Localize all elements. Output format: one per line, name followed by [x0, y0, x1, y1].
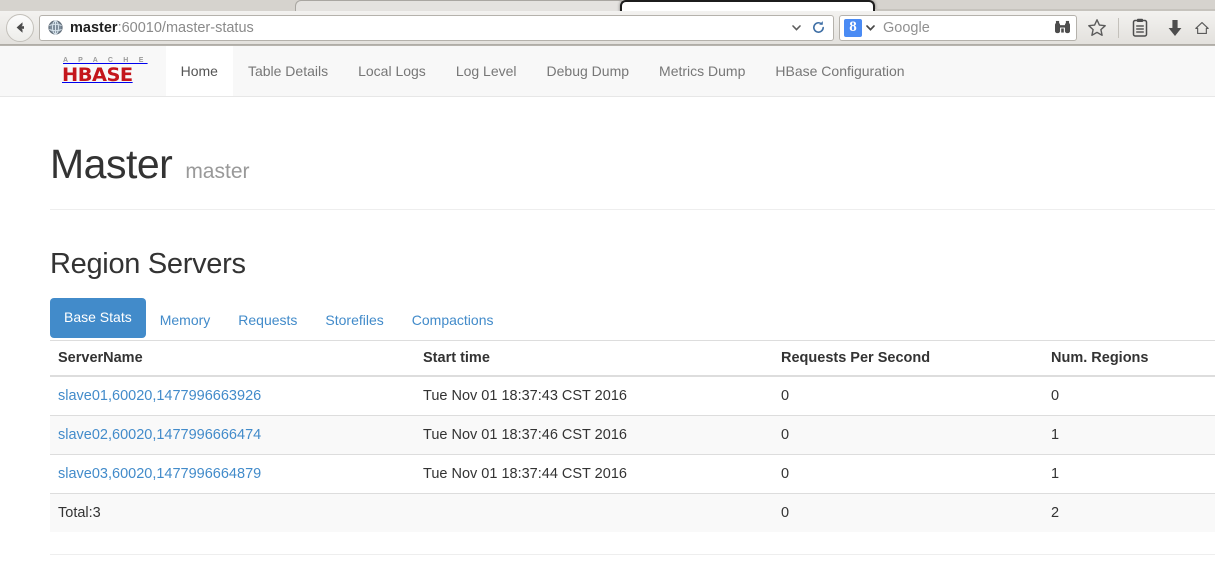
downloads-button[interactable] [1160, 14, 1190, 42]
region-servers-tabs: Base Stats Memory Requests Storefiles Co… [50, 298, 1215, 341]
server-link[interactable]: slave03,60020,1477996664879 [58, 466, 261, 482]
table-header-row: ServerName Start time Requests Per Secon… [50, 340, 1215, 377]
hbase-logo-hbase-text: HBASE [62, 64, 133, 86]
tab-memory[interactable]: Memory [146, 301, 225, 341]
reload-icon [812, 21, 824, 33]
cell-total-num-regions: 2 [1043, 492, 1215, 532]
cell-total-label: Total:3 [50, 492, 415, 532]
browser-tab-background[interactable] [295, 0, 625, 11]
clipboard-icon [1132, 18, 1148, 37]
cell-start-time: Tue Nov 01 18:37:43 CST 2016 [415, 375, 773, 416]
bookmark-button[interactable] [1082, 14, 1112, 42]
server-link[interactable]: slave01,60020,1477996663926 [58, 388, 261, 404]
nav-item-home[interactable]: Home [165, 46, 233, 96]
nav-item-log-level[interactable]: Log Level [441, 46, 532, 96]
tab-storefiles[interactable]: Storefiles [311, 301, 397, 341]
chevron-down-icon [791, 25, 801, 31]
back-button[interactable] [6, 13, 34, 42]
cell-servername: slave02,60020,1477996666474 [50, 414, 415, 455]
url-host: master [70, 19, 118, 36]
home-icon [1195, 21, 1209, 34]
tab-base-stats[interactable]: Base Stats [50, 298, 146, 338]
cell-num-regions: 1 [1043, 414, 1215, 455]
search-engine-chevron-down-icon[interactable] [865, 22, 876, 33]
cell-num-regions: 1 [1043, 453, 1215, 494]
star-icon [1088, 18, 1106, 36]
hbase-logo[interactable]: A P A C H E HBASE [50, 46, 166, 96]
cell-requests-per-second: 0 [773, 414, 1043, 455]
region-servers-table: ServerName Start time Requests Per Secon… [50, 340, 1215, 532]
cell-total-requests-per-second: 0 [773, 492, 1043, 532]
column-header-start-time[interactable]: Start time [415, 340, 773, 377]
cell-num-regions: 0 [1043, 375, 1215, 416]
table-row: slave01,60020,1477996663926 Tue Nov 01 1… [50, 375, 1215, 416]
tab-strip-filler [875, 9, 1215, 11]
hbase-logo-apache-text: A P A C H E [63, 57, 148, 64]
server-link[interactable]: slave02,60020,1477996666474 [58, 427, 261, 443]
toolbar-divider [1118, 17, 1119, 38]
browser-navigation-toolbar: master:60010/master-status 8 Google [0, 11, 1215, 45]
reload-button[interactable] [807, 16, 829, 40]
cell-servername: slave01,60020,1477996663926 [50, 375, 415, 416]
browser-tab-strip [0, 0, 1215, 11]
url-bar[interactable]: master:60010/master-status [39, 14, 834, 41]
url-text: master:60010/master-status [70, 20, 785, 36]
search-bar[interactable]: 8 Google [839, 14, 1077, 41]
globe-favicon-icon [48, 20, 63, 35]
browser-chrome: master:60010/master-status 8 Google [0, 0, 1215, 46]
download-arrow-icon [1168, 19, 1182, 36]
search-input[interactable]: Google [883, 20, 1054, 36]
column-header-servername[interactable]: ServerName [50, 340, 415, 377]
table-row: slave02,60020,1477996666474 Tue Nov 01 1… [50, 414, 1215, 455]
header-divider [50, 209, 1215, 210]
cell-start-time: Tue Nov 01 18:37:44 CST 2016 [415, 453, 773, 494]
page-subtitle: master [185, 160, 250, 183]
cell-servername: slave03,60020,1477996664879 [50, 453, 415, 494]
binoculars-icon[interactable] [1054, 20, 1071, 35]
table-body: slave01,60020,1477996663926 Tue Nov 01 1… [50, 375, 1215, 532]
back-arrow-icon [16, 22, 24, 33]
table-header: ServerName Start time Requests Per Secon… [50, 340, 1215, 377]
tab-compactions[interactable]: Compactions [398, 301, 508, 341]
column-header-num-regions[interactable]: Num. Regions [1043, 340, 1215, 377]
nav-item-local-logs[interactable]: Local Logs [343, 46, 441, 96]
table-row: slave03,60020,1477996664879 Tue Nov 01 1… [50, 453, 1215, 494]
cell-start-time: Tue Nov 01 18:37:46 CST 2016 [415, 414, 773, 455]
urlbar-dropdown-button[interactable] [785, 16, 807, 40]
browser-tab-active[interactable] [620, 0, 875, 11]
hbase-navbar: A P A C H E HBASE Home Table Details Loc… [0, 46, 1215, 97]
url-path: :60010/master-status [117, 19, 254, 36]
page-header: Master master [50, 97, 1215, 188]
nav-item-debug-dump[interactable]: Debug Dump [532, 46, 645, 96]
column-header-requests-per-second[interactable]: Requests Per Second [773, 340, 1043, 377]
page-content: Master master Region Servers Base Stats … [0, 97, 1215, 555]
nav-item-metrics-dump[interactable]: Metrics Dump [644, 46, 760, 96]
table-row-total: Total:3 0 2 [50, 492, 1215, 532]
nav-item-hbase-configuration[interactable]: HBase Configuration [760, 46, 919, 96]
page-title: Master [50, 141, 173, 187]
cell-requests-per-second: 0 [773, 453, 1043, 494]
section-title-region-servers: Region Servers [50, 248, 246, 280]
nav-item-table-details[interactable]: Table Details [233, 46, 343, 96]
reader-view-button[interactable] [1125, 14, 1155, 42]
tab-requests[interactable]: Requests [224, 301, 311, 341]
cell-total-start-time [415, 492, 773, 532]
bottom-divider [50, 553, 1215, 555]
home-button[interactable] [1195, 14, 1209, 42]
cell-requests-per-second: 0 [773, 375, 1043, 416]
google-logo-icon: 8 [844, 18, 862, 37]
